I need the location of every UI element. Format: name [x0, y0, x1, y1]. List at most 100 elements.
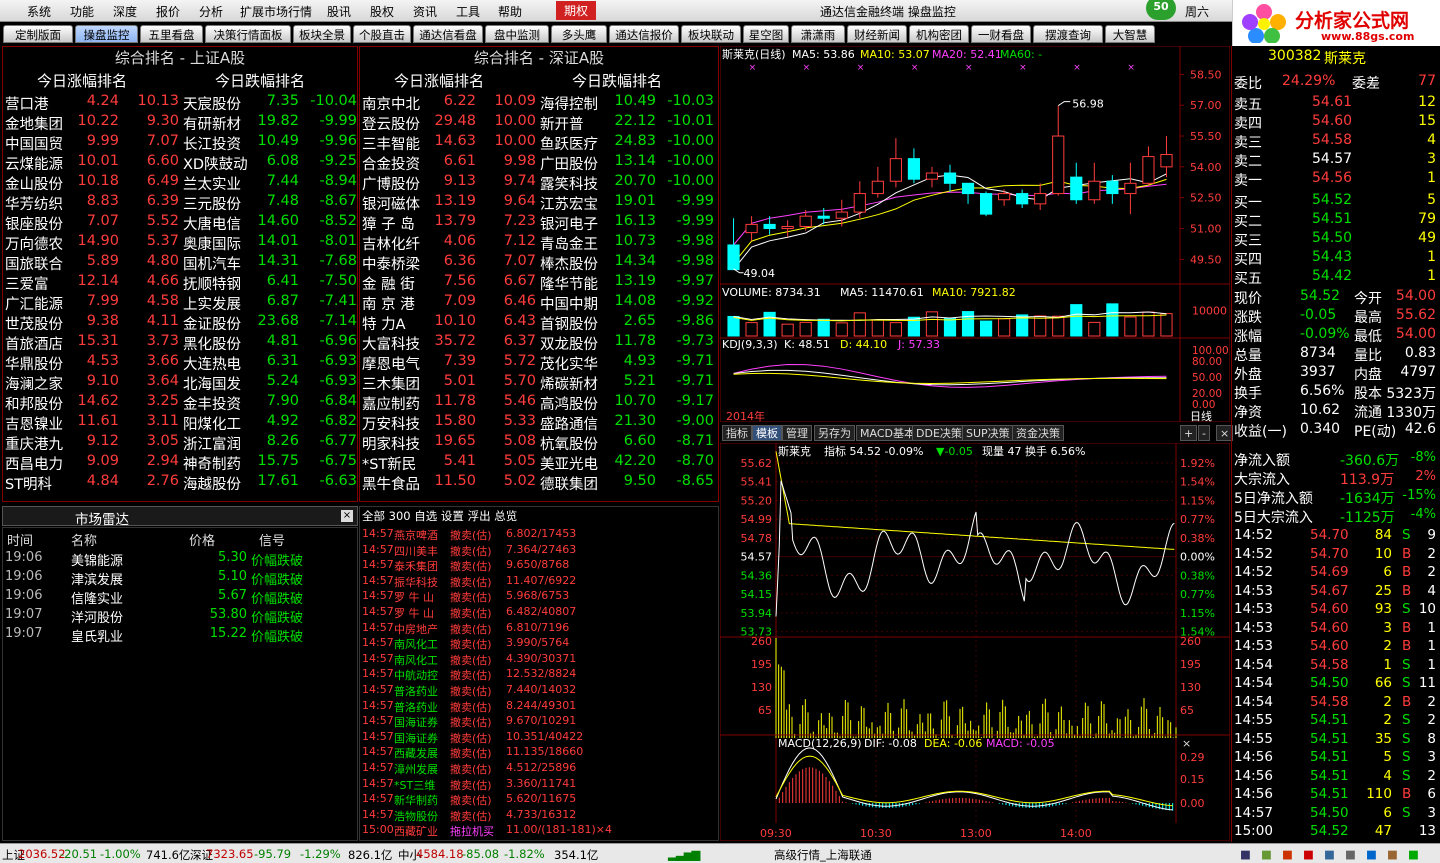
sound-icon[interactable]: ■	[1261, 847, 1272, 861]
ranking-row[interactable]: 嘉应制药 11.78 5.46 高鸿股份 10.70 -9.17	[360, 393, 716, 413]
ranking-row[interactable]: 獐 子 岛 13.79 7.23 银河电子 16.13 -9.99	[360, 213, 716, 233]
tab-item[interactable]: 一财看盘	[971, 25, 1031, 43]
ranking-row[interactable]: 广博股份 9.13 9.74 露笑科技 20.70 -10.00	[360, 173, 716, 193]
ticker-row[interactable]: 15:00 西藏矿业 拖拉机买 11.00/(181-181)×4	[360, 823, 718, 838]
ranking-row[interactable]: 南京中北 6.22 10.09 海得控制 10.49 -10.03	[360, 93, 716, 113]
tab-item[interactable]: 通达信报价	[609, 25, 679, 43]
tab-item[interactable]: 盘中监测	[485, 25, 549, 43]
ranking-row[interactable]: 金山股份 10.18 6.49 兰太实业 7.44 -8.94	[3, 173, 359, 193]
ranking-row[interactable]: 西昌电力 9.09 2.94 神奇制药 15.75 -6.75	[3, 453, 359, 473]
ranking-row[interactable]: 南 京 港 7.09 6.46 中国中期 14.08 -9.92	[360, 293, 716, 313]
ticker-row[interactable]: 14:57 中房地产 撤卖(估) 6.810/7196	[360, 621, 718, 636]
indicator-tab[interactable]: 模板	[752, 425, 782, 441]
ticker-row[interactable]: 14:57 燕京啤酒 撤卖(估) 6.802/17453	[360, 527, 718, 542]
mail-icon[interactable]: ■	[1324, 847, 1335, 861]
ticker-row[interactable]: 14:57 普洛药业 撤卖(估) 7.440/14032	[360, 683, 718, 698]
daily-kline-chart[interactable]: 斯莱克(日线) MA5: 53.86 MA10: 53.07 MA20: 52.41M…	[720, 46, 1230, 422]
tab-item[interactable]: 板块全景	[293, 25, 351, 43]
ranking-row[interactable]: 银座股份 7.07 5.52 大唐电信 14.60 -8.52	[3, 213, 359, 233]
ticker-row[interactable]: 14:57 南风化工 撤卖(估) 4.390/30371	[360, 652, 718, 667]
tab-item[interactable]: 通达信看盘	[413, 25, 483, 43]
ticker-row[interactable]: 14:57 新华制药 撤卖(估) 5.620/11675	[360, 792, 718, 807]
ticker-row[interactable]: 14:57 西藏发展 撤卖(估) 11.135/18660	[360, 745, 718, 760]
indicator-tab[interactable]: DDE决策	[912, 425, 966, 441]
ranking-row[interactable]: 三爱富 12.14 4.66 抚顺特钢 6.41 -7.50	[3, 273, 359, 293]
menu-item[interactable]: 帮助	[498, 3, 522, 20]
ticker-row[interactable]: 14:57 四川美丰 撤卖(估) 7.364/27463	[360, 543, 718, 558]
bid-volume[interactable]: 79	[1418, 211, 1436, 227]
ranking-row[interactable]: 登云股份 29.48 10.00 新开普 22.12 -10.01	[360, 113, 716, 133]
ranking-row[interactable]: 吉恩镍业 11.61 3.11 阳煤化工 4.92 -6.82	[3, 413, 359, 433]
ranking-row[interactable]: 大富科技 35.72 6.37 双龙股份 11.78 -9.73	[360, 333, 716, 353]
ranking-row[interactable]: 银河磁体 13.19 9.64 江苏宏宝 19.01 -9.99	[360, 193, 716, 213]
menu-item[interactable]: 功能	[70, 3, 94, 20]
ranking-row[interactable]: 华芳纺织 8.83 6.39 三元股份 7.48 -8.67	[3, 193, 359, 213]
ranking-row[interactable]: 万向德农 14.90 5.37 奥康国际 14.01 -8.01	[3, 233, 359, 253]
futures-options-button[interactable]: 期权	[556, 1, 597, 20]
ticker-row[interactable]: 14:57 *ST三维 撤卖(估) 3.360/11741	[360, 777, 718, 792]
menu-item[interactable]: 股权	[370, 3, 394, 20]
ranking-row[interactable]: 营口港 4.24 10.13 天宸股份 7.35 -10.04	[3, 93, 359, 113]
radar-row[interactable]: 19:07 洋河股份 53.80 价幅跌破	[3, 607, 357, 627]
ranking-row[interactable]: 特 力A 10.10 6.43 首钢股份 2.65 -9.86	[360, 313, 716, 333]
ranking-row[interactable]: 广汇能源 7.99 4.58 上实发展 6.87 -7.41	[3, 293, 359, 313]
lock-icon[interactable]: ■	[1387, 847, 1398, 861]
ask-volume[interactable]: 15	[1418, 113, 1436, 129]
tab-item[interactable]: 定制版面	[3, 25, 73, 43]
ranking-row[interactable]: 吉林化纤 4.06 7.12 青岛金王 10.73 -9.98	[360, 233, 716, 253]
tab-item[interactable]: 决策行情面板	[205, 25, 291, 43]
ticker-row[interactable]: 14:57 泰禾集团 撤卖(估) 9.650/8768	[360, 558, 718, 573]
ranking-row[interactable]: 摩恩电气 7.39 5.72 茂化实华 4.93 -9.71	[360, 353, 716, 373]
ticker-row[interactable]: 14:57 漳州发展 撤卖(估) 4.512/25896	[360, 761, 718, 776]
indicator-tab[interactable]: 指标	[722, 425, 752, 441]
alert-icon[interactable]: ■	[1303, 847, 1314, 861]
ranking-row[interactable]: 三丰智能 14.63 10.00 鱼跃医疗 24.83 -10.00	[360, 133, 716, 153]
tab-item[interactable]: 操盘监控	[75, 25, 138, 43]
radar-row[interactable]: 19:06 津滨发展 5.10 价幅跌破	[3, 569, 357, 589]
tab-item[interactable]: 大智慧	[1105, 25, 1155, 43]
ranking-row[interactable]: 首旅酒店 15.31 3.73 黑化股份 4.81 -6.96	[3, 333, 359, 353]
ranking-row[interactable]: 云煤能源 10.01 6.60 XD陕鼓动 6.08 -9.25	[3, 153, 359, 173]
gear-icon[interactable]: ■	[1345, 847, 1356, 861]
ticker-row[interactable]: 14:57 罗 牛 山 撤卖(估) 5.968/6753	[360, 589, 718, 604]
ranking-row[interactable]: 万安科技 15.80 5.33 盛路通信 21.30 -9.00	[360, 413, 716, 433]
bid-volume[interactable]: 1	[1427, 249, 1436, 265]
chart-icon[interactable]: ■	[1282, 847, 1293, 861]
tab-item[interactable]: 机构密团	[909, 25, 969, 43]
indicator-tab[interactable]: MACD基本	[856, 425, 919, 441]
tab-item[interactable]: 多头鹰	[551, 25, 607, 43]
score-badge[interactable]: 50	[1146, 0, 1176, 20]
ranking-row[interactable]: 世茂股份 9.38 4.11 金证股份 23.68 -7.14	[3, 313, 359, 333]
menu-item[interactable]: 工具	[456, 3, 480, 20]
ranking-row[interactable]: *ST新民 5.41 5.05 美亚光电 42.20 -8.70	[360, 453, 716, 473]
radar-close-icon[interactable]: ×	[341, 510, 353, 522]
ranking-row[interactable]: 金地集团 10.22 9.30 有研新材 19.82 -9.99	[3, 113, 359, 133]
bid-volume[interactable]: 49	[1418, 230, 1436, 246]
ticker-toolbar[interactable]: 全部 300 自选 设置 浮出 总览	[362, 508, 517, 524]
bid-volume[interactable]: 5	[1427, 192, 1436, 208]
zoom-out-icon[interactable]: -	[1198, 425, 1210, 441]
ranking-row[interactable]: 和邦股份 14.62 3.25 金丰投资 7.90 -6.84	[3, 393, 359, 413]
ranking-row[interactable]: 海澜之家 9.10 3.64 北海国发 5.24 -6.93	[3, 373, 359, 393]
radar-row[interactable]: 19:06 信隆实业 5.67 价幅跌破	[3, 588, 357, 608]
ranking-row[interactable]: 黑牛食品 11.50 5.02 德联集团 9.50 -8.65	[360, 473, 716, 493]
zoom-in-icon[interactable]: +	[1180, 425, 1198, 441]
ticker-row[interactable]: 14:57 国海证券 撤卖(估) 9.670/10291	[360, 714, 718, 729]
tab-item[interactable]: 个股直击	[353, 25, 411, 43]
tab-item[interactable]: 星空图	[743, 25, 789, 43]
ranking-row[interactable]: 华鼎股份 4.53 3.66 大连热电 6.31 -6.93	[3, 353, 359, 373]
ticker-row[interactable]: 14:57 南风化工 撤卖(估) 3.990/5764	[360, 636, 718, 651]
menu-item[interactable]: 深度	[113, 3, 137, 20]
menu-item[interactable]: 股讯	[327, 3, 351, 20]
ranking-row[interactable]: 中国国贸 9.99 7.07 长江投资 10.49 -9.96	[3, 133, 359, 153]
ask-volume[interactable]: 12	[1418, 94, 1436, 110]
ranking-row[interactable]: 中泰桥梁 6.36 7.07 棒杰股份 14.34 -9.98	[360, 253, 716, 273]
ticker-row[interactable]: 14:57 国海证券 撤卖(估) 10.351/40422	[360, 730, 718, 745]
menu-item[interactable]: 扩展市场行情	[240, 3, 312, 20]
ranking-row[interactable]: 明家科技 19.65 5.08 杭氧股份 6.60 -8.71	[360, 433, 716, 453]
intraday-chart[interactable]: 斯莱克 指标 54.52 -0.09% ▼-0.05 现量 47 换手 6.56% 55…	[720, 443, 1230, 841]
indicator-tab[interactable]: 管理	[782, 425, 812, 441]
tab-item[interactable]: 潇潇雨	[791, 25, 845, 43]
ticker-row[interactable]: 14:57 振华科技 撤卖(估) 11.407/6922	[360, 574, 718, 589]
menu-item[interactable]: 系统	[27, 3, 51, 20]
